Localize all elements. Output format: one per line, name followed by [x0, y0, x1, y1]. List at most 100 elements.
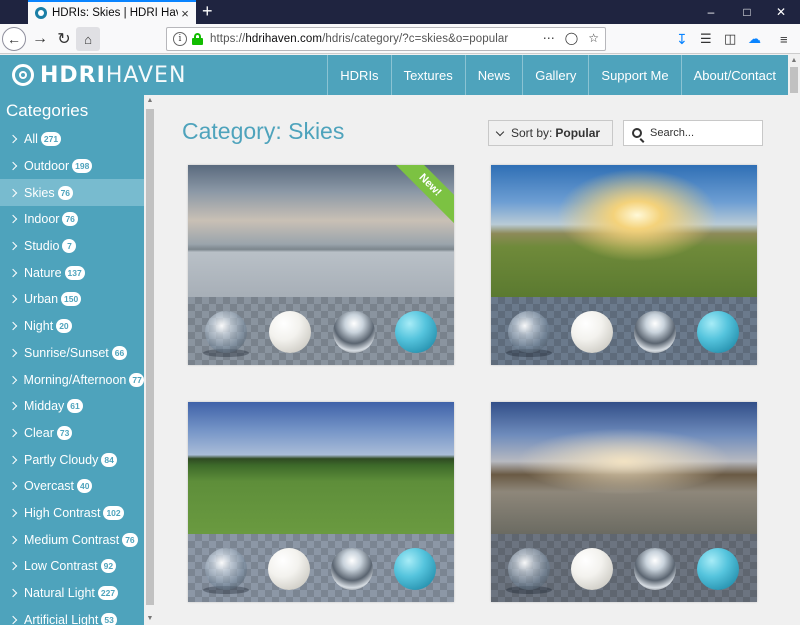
sidebar-item-night[interactable]: Night 20	[0, 313, 144, 340]
minimize-icon[interactable]: –	[692, 0, 730, 24]
nav-news[interactable]: News	[464, 55, 523, 95]
chevron-right-icon	[8, 268, 18, 278]
category-label: Overcast	[24, 479, 75, 494]
site-logo[interactable]: HDRIHAVEN	[12, 63, 186, 88]
category-label: Urban	[24, 292, 59, 307]
reload-icon[interactable]: ↻	[52, 27, 76, 51]
sort-dropdown[interactable]: Sort by: Popular	[488, 120, 613, 146]
nav-textures[interactable]: Textures	[390, 55, 465, 95]
tab-title: HDRIs: Skies | HDRI Haven	[52, 7, 178, 19]
sidebar-scroll-thumb[interactable]	[146, 109, 154, 605]
sidebar-scrollbar[interactable]: ▲ ▼	[144, 95, 156, 625]
sidebar-item-indoor[interactable]: Indoor 76	[0, 206, 144, 233]
browser-toolbar: ← → ↻ ⌂ i https://hdrihaven.com/hdris/ca…	[0, 24, 800, 54]
category-count-badge: 198	[72, 159, 93, 174]
teal-sphere	[697, 311, 739, 353]
browser-tab[interactable]: HDRIs: Skies | HDRI Haven ×	[28, 0, 196, 24]
site-favicon-icon	[35, 7, 47, 19]
address-bar[interactable]: i https://hdrihaven.com/hdris/category/?…	[166, 27, 606, 51]
teal-sphere	[395, 311, 437, 353]
main-content: Category: Skies Sort by: Popular New!	[156, 95, 788, 625]
category-count-badge: 76	[57, 185, 74, 200]
chrome-sphere	[331, 548, 373, 590]
sync-cloud-icon[interactable]: ☁	[748, 28, 761, 50]
sidebar-item-outdoor[interactable]: Outdoor 198	[0, 153, 144, 180]
page-actions-icon[interactable]: ⋯	[543, 31, 555, 45]
sidebar-item-artificial-light[interactable]: Artificial Light 53	[0, 606, 144, 625]
chevron-right-icon	[8, 588, 18, 598]
hamburger-menu-icon[interactable]: ≡	[780, 28, 788, 50]
scroll-down-icon[interactable]: ▼	[144, 613, 156, 625]
library-icon[interactable]: ☰	[700, 28, 712, 50]
chevron-right-icon	[8, 615, 18, 624]
sidebar-item-morning-afternoon[interactable]: Morning/Afternoon 77	[0, 366, 144, 393]
category-count-badge: 77	[129, 372, 144, 387]
white-sphere	[571, 311, 613, 353]
category-label: All	[24, 132, 38, 147]
sidebar-item-nature[interactable]: Nature 137	[0, 259, 144, 286]
back-arrow-icon[interactable]: ←	[2, 27, 26, 51]
chevron-right-icon	[8, 401, 18, 411]
nav-gallery[interactable]: Gallery	[522, 55, 588, 95]
chevron-right-icon	[8, 428, 18, 438]
teal-sphere	[394, 548, 436, 590]
sidebar-item-urban[interactable]: Urban 150	[0, 286, 144, 313]
chevron-right-icon	[8, 241, 18, 251]
maximize-icon[interactable]: □	[728, 0, 766, 24]
window-close-icon[interactable]: ✕	[762, 0, 800, 24]
forward-arrow-icon[interactable]: →	[28, 27, 52, 51]
category-label: Indoor	[24, 212, 60, 227]
new-tab-button[interactable]: +	[202, 1, 213, 21]
category-label: High Contrast	[24, 505, 101, 520]
sidebar-toggle-icon[interactable]: ◫	[724, 28, 736, 50]
search-box[interactable]	[623, 120, 763, 146]
sidebar-item-partly-cloudy[interactable]: Partly Cloudy 84	[0, 446, 144, 473]
hdri-thumbnail[interactable]	[491, 165, 757, 365]
sidebar-item-studio[interactable]: Studio 7	[0, 233, 144, 260]
page-scrollbar[interactable]: ▲	[788, 55, 800, 625]
sidebar-item-medium-contrast[interactable]: Medium Contrast 76	[0, 526, 144, 553]
nav-support-me[interactable]: Support Me	[588, 55, 680, 95]
category-label: Sunrise/Sunset	[24, 345, 109, 360]
sidebar-item-all[interactable]: All 271	[0, 126, 144, 153]
home-icon[interactable]: ⌂	[76, 27, 100, 51]
hdri-thumbnail[interactable]	[188, 402, 454, 602]
chevron-right-icon	[8, 562, 18, 571]
tab-close-icon[interactable]: ×	[178, 6, 192, 21]
sidebar-item-natural-light[interactable]: Natural Light 227	[0, 580, 144, 607]
sort-label: Sort by:	[511, 126, 553, 140]
category-count-badge: 102	[103, 505, 124, 520]
category-label: Night	[24, 319, 54, 334]
category-list: All 271 Outdoor 198 Skies 76 Indoor 76 Studio 7 Na…	[0, 126, 144, 625]
chevron-right-icon	[8, 508, 18, 518]
browser-tab-strip: HDRIs: Skies | HDRI Haven × + – □ ✕	[0, 0, 800, 24]
downloads-icon[interactable]: ↧	[676, 31, 688, 48]
site-info-icon[interactable]: i	[173, 32, 187, 46]
nav-about-contact[interactable]: About/Contact	[680, 55, 788, 95]
pocket-icon[interactable]: ◯	[565, 31, 578, 45]
sidebar-item-high-contrast[interactable]: High Contrast 102	[0, 500, 144, 527]
hdri-thumbnail[interactable]: New!	[188, 165, 454, 365]
sidebar-item-low-contrast[interactable]: Low Contrast 92	[0, 553, 144, 580]
category-label: Morning/Afternoon	[23, 372, 127, 387]
bookmark-star-icon[interactable]: ☆	[588, 31, 599, 45]
sidebar-item-overcast[interactable]: Overcast 40	[0, 473, 144, 500]
nav-hdris[interactable]: HDRIs	[327, 55, 390, 95]
hdri-thumbnail[interactable]	[491, 402, 757, 602]
chevron-down-icon	[495, 127, 505, 136]
category-count-badge: 20	[56, 319, 72, 334]
sidebar-item-midday[interactable]: Midday 61	[0, 393, 144, 420]
page-scroll-thumb[interactable]	[790, 67, 798, 93]
search-icon	[632, 128, 642, 138]
sidebar-item-clear[interactable]: Clear 73	[0, 420, 144, 447]
sidebar-item-sunrise-sunset[interactable]: Sunrise/Sunset 66	[0, 340, 144, 367]
scroll-up-icon[interactable]: ▲	[144, 95, 156, 107]
category-label: Artificial Light	[24, 612, 99, 625]
categories-sidebar: Categories All 271 Outdoor 198 Skies 76 Indoor…	[0, 95, 144, 625]
sidebar-item-skies[interactable]: Skies 76	[0, 179, 144, 207]
scroll-up-icon[interactable]: ▲	[788, 55, 800, 67]
category-label: Medium Contrast	[24, 532, 120, 547]
sort-value: Popular	[555, 126, 601, 140]
search-input[interactable]	[650, 127, 750, 139]
category-label: Low Contrast	[24, 559, 98, 574]
